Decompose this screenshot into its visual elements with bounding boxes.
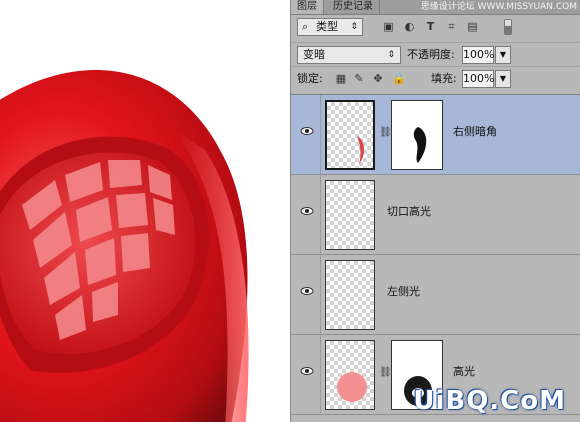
- panel-tab-bar: 图层 历史记录 思缘设计论坛 WWW.MISSYUAN.COM: [291, 0, 580, 15]
- blend-row: 变暗 ⇕ 不透明度: 100% ▼: [291, 42, 580, 65]
- lock-brush-icon[interactable]: ✎: [353, 73, 365, 85]
- layer-list: ⛓ 右侧暗角 切口高光 左侧光 ⛓ 高光: [291, 94, 580, 422]
- divider: [320, 175, 321, 255]
- layer-thumbnail[interactable]: [325, 340, 375, 410]
- image-filter-icon[interactable]: ▣: [382, 20, 395, 33]
- layer-row[interactable]: 切口高光: [291, 175, 580, 255]
- brand-watermark: UiBQ.CoM: [413, 386, 566, 416]
- divider: [320, 335, 321, 415]
- opacity-label: 不透明度:: [407, 48, 455, 61]
- select-arrows-icon: ⇕: [350, 22, 358, 32]
- lock-label: 锁定:: [297, 72, 323, 85]
- type-filter-icon[interactable]: T: [424, 20, 437, 33]
- layer-row[interactable]: 左侧光: [291, 255, 580, 335]
- visibility-eye-icon[interactable]: [300, 285, 314, 297]
- filter-kind-select[interactable]: ⌕ 类型 ⇕: [297, 18, 363, 36]
- filter-row: ⌕ 类型 ⇕ ▣ ◐ T ⌗ ▤: [291, 16, 580, 40]
- lock-row: 锁定: ▦ ✎ ✥ 🔒 填充: 100% ▼: [291, 66, 580, 93]
- document-canvas[interactable]: [0, 0, 290, 422]
- fill-label: 填充:: [431, 72, 457, 85]
- tab-layers[interactable]: 图层: [291, 0, 324, 14]
- layer-name[interactable]: 高光: [453, 365, 475, 379]
- lock-transparent-icon[interactable]: ▦: [335, 73, 347, 85]
- visibility-eye-icon[interactable]: [300, 125, 314, 137]
- layer-name[interactable]: 切口高光: [387, 205, 431, 219]
- adjustment-filter-icon[interactable]: ◐: [403, 20, 416, 33]
- layer-thumbnail[interactable]: [325, 180, 375, 250]
- smart-object-filter-icon[interactable]: ▤: [466, 20, 479, 33]
- tab-history[interactable]: 历史记录: [327, 0, 380, 14]
- shape-filter-icon[interactable]: ⌗: [445, 20, 458, 33]
- layer-mask-thumbnail[interactable]: [391, 100, 443, 170]
- lock-move-icon[interactable]: ✥: [372, 73, 384, 85]
- visibility-eye-icon[interactable]: [300, 205, 314, 217]
- red-sphere-artwork: [0, 70, 249, 422]
- search-icon: ⌕: [302, 20, 309, 33]
- select-arrows-icon: ⇕: [387, 50, 395, 60]
- filter-toggle-switch[interactable]: [504, 19, 512, 35]
- fill-dropdown-button[interactable]: ▼: [495, 70, 511, 88]
- divider: [320, 95, 321, 175]
- fill-input[interactable]: 100%: [462, 70, 494, 88]
- blend-mode-value: 变暗: [303, 48, 325, 61]
- visibility-eye-icon[interactable]: [300, 365, 314, 377]
- filter-kind-label: 类型: [316, 20, 338, 33]
- link-icon[interactable]: ⛓: [379, 127, 392, 138]
- layer-row[interactable]: ⛓ 右侧暗角: [291, 95, 580, 175]
- divider: [320, 255, 321, 335]
- layer-name[interactable]: 左侧光: [387, 285, 420, 299]
- blend-mode-select[interactable]: 变暗 ⇕: [297, 46, 401, 64]
- link-icon[interactable]: ⛓: [379, 367, 392, 378]
- layer-thumbnail[interactable]: [325, 260, 375, 330]
- lock-all-icon[interactable]: 🔒: [392, 73, 406, 85]
- opacity-dropdown-button[interactable]: ▼: [495, 46, 511, 64]
- layer-thumbnail[interactable]: [325, 100, 375, 170]
- watermark-text: 思缘设计论坛 WWW.MISSYUAN.COM: [420, 2, 577, 12]
- opacity-input[interactable]: 100%: [462, 46, 494, 64]
- layers-panel: 图层 历史记录 思缘设计论坛 WWW.MISSYUAN.COM ⌕ 类型 ⇕ ▣…: [290, 0, 580, 422]
- layer-name[interactable]: 右侧暗角: [453, 125, 497, 139]
